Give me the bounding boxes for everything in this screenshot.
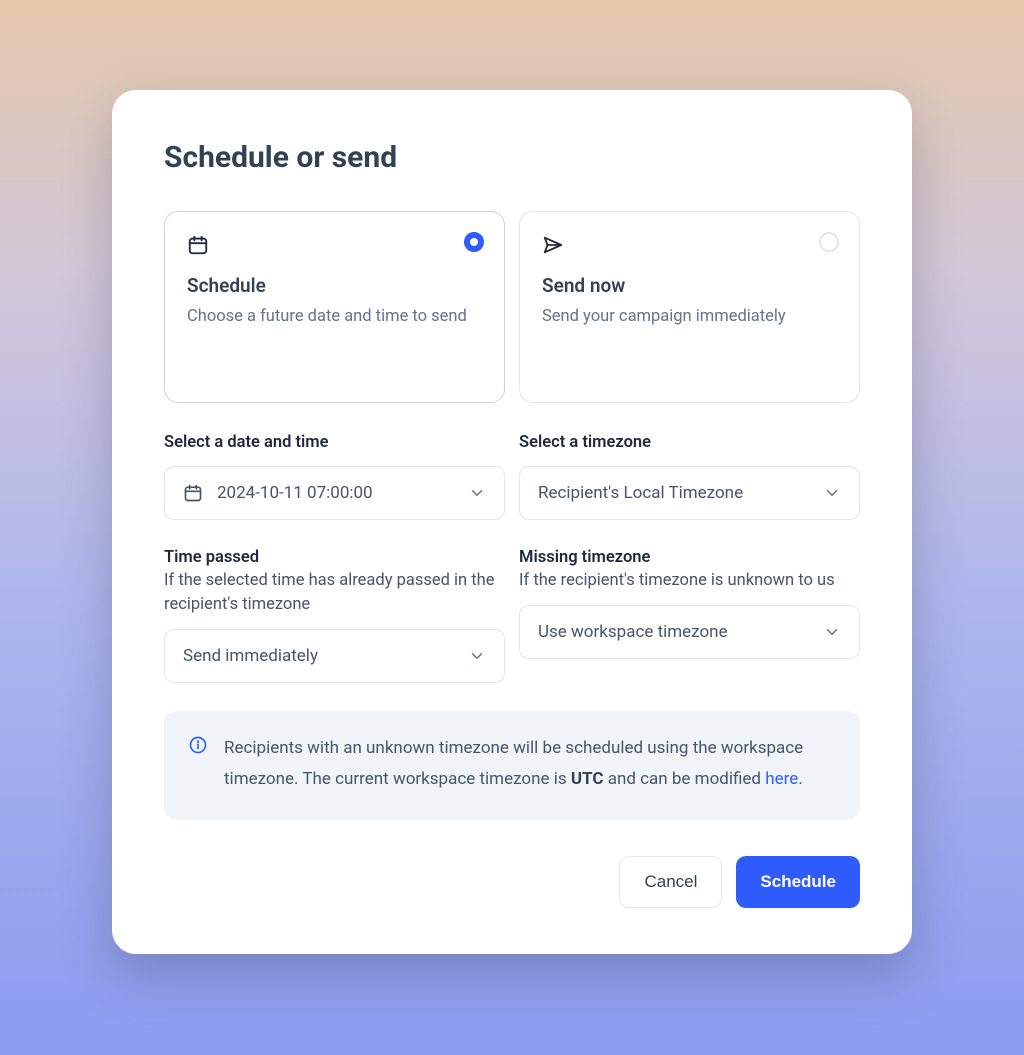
timezone-select[interactable]: Recipient's Local Timezone (519, 466, 860, 520)
option-send-now-title: Send now (542, 274, 837, 297)
chevron-down-icon (823, 623, 841, 641)
info-text: Recipients with an unknown timezone will… (224, 733, 836, 796)
option-send-now[interactable]: Send now Send your campaign immediately (519, 211, 860, 403)
cancel-button[interactable]: Cancel (619, 856, 722, 908)
timezone-info-banner: Recipients with an unknown timezone will… (164, 711, 860, 820)
schedule-button[interactable]: Schedule (736, 856, 860, 908)
field-timezone: Select a timezone Recipient's Local Time… (519, 433, 860, 520)
info-text-bold: UTC (571, 769, 604, 789)
timezone-value: Recipient's Local Timezone (538, 483, 823, 503)
radio-schedule[interactable] (464, 232, 484, 252)
form-row-fallbacks: Time passed If the selected time has alr… (164, 548, 860, 683)
chevron-down-icon (468, 484, 486, 502)
calendar-icon (187, 234, 482, 260)
chevron-down-icon (823, 484, 841, 502)
field-datetime: Select a date and time 2024-10-11 07:00:… (164, 433, 505, 520)
missing-timezone-label: Missing timezone (519, 548, 860, 567)
field-time-passed: Time passed If the selected time has alr… (164, 548, 505, 683)
datetime-value: 2024-10-11 07:00:00 (217, 483, 468, 503)
workspace-timezone-link[interactable]: here (765, 769, 798, 789)
missing-timezone-sublabel: If the recipient's timezone is unknown t… (519, 569, 860, 593)
option-send-now-desc: Send your campaign immediately (542, 305, 837, 330)
info-icon (188, 735, 208, 796)
radio-send-now[interactable] (819, 232, 839, 252)
info-text-post: . (798, 769, 802, 789)
dialog-title: Schedule or send (164, 140, 860, 175)
time-passed-label: Time passed (164, 548, 505, 567)
time-passed-sublabel: If the selected time has already passed … (164, 569, 505, 617)
timezone-label: Select a timezone (519, 433, 860, 452)
time-passed-value: Send immediately (183, 646, 468, 666)
paper-plane-icon (542, 234, 837, 260)
page-background: Schedule or send Schedule Choose a futur… (28, 28, 996, 1027)
form-row-datetime-timezone: Select a date and time 2024-10-11 07:00:… (164, 433, 860, 520)
time-passed-select[interactable]: Send immediately (164, 629, 505, 683)
chevron-down-icon (468, 647, 486, 665)
option-schedule[interactable]: Schedule Choose a future date and time t… (164, 211, 505, 403)
send-mode-options: Schedule Choose a future date and time t… (164, 211, 860, 403)
missing-timezone-value: Use workspace timezone (538, 622, 823, 642)
option-schedule-desc: Choose a future date and time to send (187, 305, 482, 330)
option-schedule-title: Schedule (187, 274, 482, 297)
info-text-mid: and can be modified (603, 769, 765, 789)
datetime-label: Select a date and time (164, 433, 505, 452)
schedule-dialog: Schedule or send Schedule Choose a futur… (112, 90, 912, 954)
dialog-footer: Cancel Schedule (164, 856, 860, 908)
calendar-icon (183, 483, 203, 503)
field-missing-timezone: Missing timezone If the recipient's time… (519, 548, 860, 683)
datetime-picker[interactable]: 2024-10-11 07:00:00 (164, 466, 505, 520)
missing-timezone-select[interactable]: Use workspace timezone (519, 605, 860, 659)
